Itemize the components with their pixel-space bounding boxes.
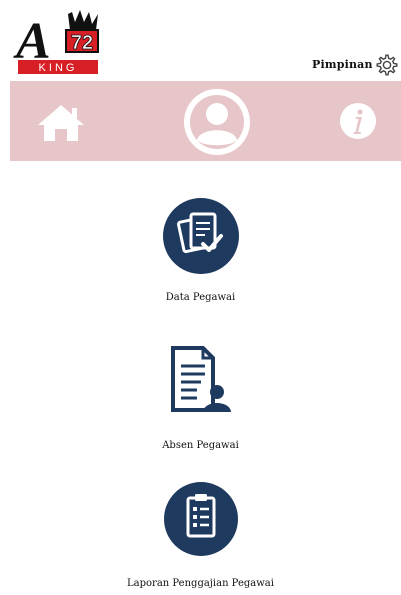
- settings-button[interactable]: [374, 52, 400, 78]
- clipboard-list-icon: [163, 482, 238, 556]
- document-person-icon: [170, 346, 231, 412]
- logo-word: KING: [39, 62, 78, 74]
- menu-item-data-pegawai[interactable]: Data Pegawai: [0, 198, 401, 303]
- logo-number: 72: [71, 32, 93, 54]
- menu-label: Laporan Penggajian Pegawai: [127, 578, 274, 589]
- logo-graphic: 72 A KING: [13, 10, 99, 74]
- menu-item-laporan-penggajian[interactable]: Laporan Penggajian Pegawai: [0, 482, 401, 589]
- nav-profile-button[interactable]: [182, 87, 252, 157]
- menu-label: Absen Pegawai: [162, 440, 239, 451]
- home-icon: [38, 105, 84, 141]
- user-avatar-icon: [184, 89, 250, 155]
- menu-item-absen-pegawai[interactable]: Absen Pegawai: [0, 346, 401, 451]
- nav-home-button[interactable]: [36, 103, 86, 143]
- menu-label: Data Pegawai: [165, 292, 236, 303]
- info-icon: [340, 103, 376, 139]
- nav-info-button[interactable]: [339, 102, 377, 140]
- user-role-label: Pimpinan: [312, 58, 373, 71]
- gear-icon: [376, 54, 398, 76]
- app-logo: 72 A KING: [12, 8, 102, 78]
- nav-bar: [10, 81, 401, 161]
- documents-check-icon: [162, 198, 239, 274]
